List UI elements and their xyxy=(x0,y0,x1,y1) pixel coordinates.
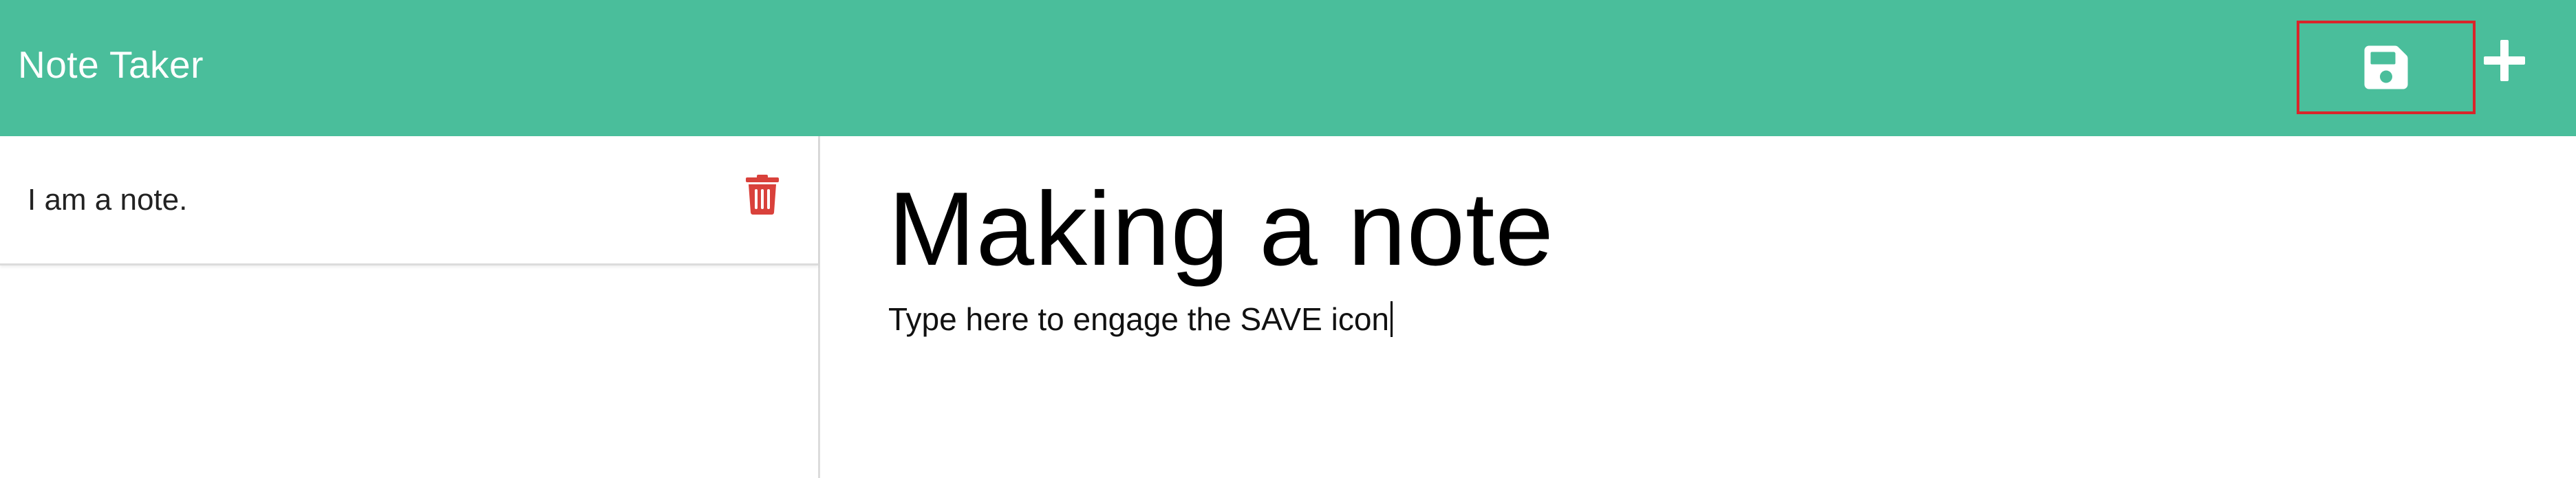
floppy-disk-icon xyxy=(2364,45,2408,89)
note-text-area[interactable]: Type here to engage the SAVE icon xyxy=(888,298,1393,340)
trash-icon[interactable] xyxy=(745,175,780,215)
note-list: I am a note. xyxy=(0,136,820,478)
note-editor: Making a note Type here to engage the SA… xyxy=(822,136,2576,478)
text-caret xyxy=(1390,301,1393,337)
save-note-button[interactable] xyxy=(2297,21,2476,114)
note-item-title: I am a note. xyxy=(28,183,188,217)
list-item[interactable]: I am a note. xyxy=(0,136,818,265)
new-note-button[interactable] xyxy=(2480,36,2529,85)
app-title[interactable]: Note Taker xyxy=(18,40,204,89)
note-body-text: Type here to engage the SAVE icon xyxy=(888,301,1389,337)
navbar: Note Taker xyxy=(0,0,2576,136)
note-title-input[interactable]: Making a note xyxy=(888,164,1554,294)
plus-icon xyxy=(2484,40,2525,81)
